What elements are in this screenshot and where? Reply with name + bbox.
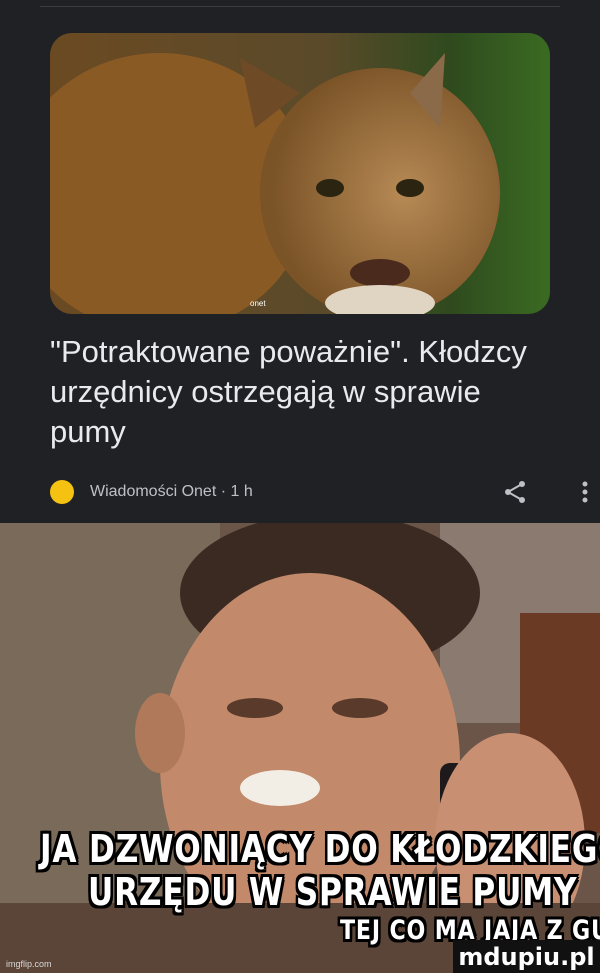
article-meta: Wiadomości Onet · 1 h bbox=[50, 479, 588, 505]
divider bbox=[40, 6, 560, 7]
meme-caption-line1: JA DZWONIĄCY DO KŁODZKIEGO bbox=[40, 827, 600, 871]
source-logo-icon bbox=[50, 480, 74, 504]
news-card[interactable]: onet "Potraktowane poważnie". Kłodzcy ur… bbox=[0, 0, 600, 523]
meme-caption-line2: URZĘDU W SPRAWIE PUMY bbox=[88, 870, 578, 914]
imgflip-watermark: imgflip.com bbox=[6, 959, 52, 969]
article-headline[interactable]: "Potraktowane poważnie". Kłodzcy urzędni… bbox=[50, 332, 560, 452]
meme-image: JA DZWONIĄCY DO KŁODZKIEGO URZĘDU W SPRA… bbox=[0, 523, 600, 973]
share-icon[interactable] bbox=[502, 479, 528, 505]
more-options-icon[interactable] bbox=[578, 479, 592, 505]
onet-watermark: onet bbox=[250, 299, 266, 308]
site-logo: mdupiu.pl bbox=[453, 940, 600, 973]
article-image[interactable]: onet bbox=[50, 33, 550, 314]
puma-photo: onet bbox=[50, 33, 550, 314]
source-label: Wiadomości Onet · 1 h bbox=[90, 483, 253, 500]
